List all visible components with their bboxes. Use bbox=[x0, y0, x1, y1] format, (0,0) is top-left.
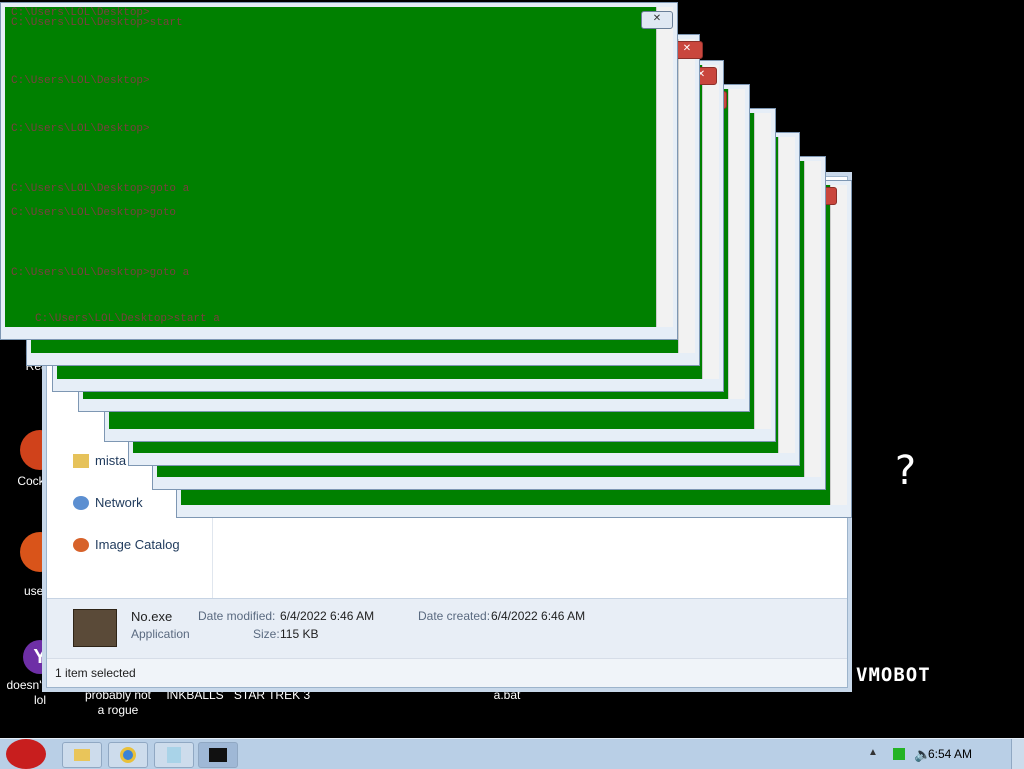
nav-item-network[interactable]: Network bbox=[73, 495, 143, 510]
scrollbar[interactable] bbox=[830, 185, 847, 505]
notepad-icon bbox=[167, 747, 181, 763]
date-modified-value: 6/4/2022 6:46 AM bbox=[280, 609, 375, 623]
scrollbar[interactable] bbox=[656, 7, 673, 327]
desktop-icon-label: a.bat bbox=[493, 688, 521, 702]
file-name: No.exe bbox=[131, 609, 173, 624]
scrollbar[interactable] bbox=[702, 65, 719, 379]
scrollbar[interactable] bbox=[804, 161, 821, 477]
details-pane: No.exe Application Date modified: 6/4/20… bbox=[47, 598, 847, 659]
taskbar-explorer-button[interactable] bbox=[62, 742, 102, 768]
taskbar-cmd-button[interactable] bbox=[198, 742, 238, 768]
show-hidden-icons-button[interactable]: ▲ bbox=[868, 747, 878, 758]
cmd-window-1[interactable]: C:\Users\LOL\Desktop> C:\Users\LOL\Deskt… bbox=[0, 2, 678, 340]
nav-item-partial[interactable]: mista bbox=[73, 453, 126, 468]
date-created-value: 6/4/2022 6:46 AM bbox=[491, 609, 586, 623]
desktop-icon-star-trek[interactable]: STAR TREK 3 bbox=[232, 688, 312, 703]
nav-item-image-catalog[interactable]: Image Catalog bbox=[73, 537, 180, 552]
desktop-icon-probably-not[interactable]: probably not a rogue bbox=[78, 688, 158, 718]
network-icon bbox=[73, 495, 89, 510]
console-line: C:\Users\LOL\Desktop>goto a bbox=[11, 267, 190, 279]
taskbar-clock[interactable]: 6:54 AM bbox=[928, 739, 972, 769]
console-line: C:\Users\LOL\Desktop>start bbox=[11, 17, 183, 29]
desktop-icon-label: probably not a rogue bbox=[84, 688, 152, 717]
image-catalog-icon bbox=[73, 537, 89, 552]
taskbar: ▲ 🔈 6:54 AM bbox=[0, 738, 1024, 769]
console-line: C:\Users\LOL\Desktop> bbox=[11, 123, 150, 135]
scrollbar[interactable] bbox=[678, 39, 695, 353]
taskbar-notepad-button[interactable] bbox=[154, 742, 194, 768]
console-line: C:\Users\LOL\Desktop> bbox=[11, 75, 150, 87]
console-line: C:\Users\LOL\Desktop>start a bbox=[35, 313, 220, 325]
date-created-label: Date created: bbox=[418, 609, 491, 623]
cmd-icon bbox=[209, 748, 227, 762]
console-line: C:\Users\LOL\Desktop>goto bbox=[11, 207, 177, 219]
network-tray-icon[interactable] bbox=[893, 748, 905, 760]
date-modified-label: Date modified: bbox=[198, 609, 276, 623]
status-bar: 1 item selected bbox=[47, 658, 847, 687]
start-button[interactable] bbox=[6, 739, 46, 769]
desktop-icon-label: STAR TREK 3 bbox=[233, 688, 311, 702]
chrome-icon bbox=[120, 747, 136, 763]
scrollbar[interactable] bbox=[754, 113, 771, 429]
console-line: C:\Users\LOL\Desktop>goto a bbox=[11, 183, 190, 195]
folder-icon bbox=[73, 453, 89, 468]
scrollbar[interactable] bbox=[728, 89, 745, 399]
window-controls: ✕ bbox=[641, 11, 673, 29]
folder-icon bbox=[74, 749, 90, 761]
close-button[interactable]: ✕ bbox=[641, 11, 673, 29]
question-mark-glyph: ? bbox=[893, 448, 918, 494]
desktop-icon-a-bat[interactable]: a.bat bbox=[467, 688, 547, 703]
desktop-icon-inkballs[interactable]: INKBALLS bbox=[155, 688, 235, 703]
show-desktop-button[interactable] bbox=[1011, 739, 1024, 769]
file-thumbnail-icon bbox=[73, 609, 117, 647]
cmd-console: C:\Users\LOL\Desktop> C:\Users\LOL\Deskt… bbox=[5, 7, 657, 327]
file-type: Application bbox=[131, 627, 190, 641]
scrollbar[interactable] bbox=[778, 137, 795, 453]
taskbar-chrome-button[interactable] bbox=[108, 742, 148, 768]
size-label: Size: bbox=[253, 627, 280, 641]
size-value: 115 KB bbox=[280, 627, 319, 641]
vmobot-label: VMOBOT bbox=[856, 664, 931, 686]
desktop-icon-label: INKBALLS bbox=[166, 688, 224, 702]
